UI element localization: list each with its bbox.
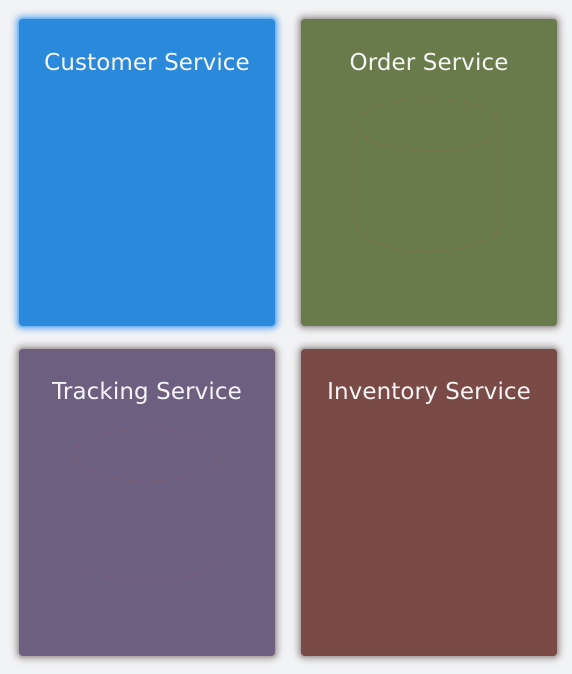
- tile-title: Inventory Service: [327, 379, 531, 405]
- tracking-service-tile[interactable]: Tracking Service: [19, 349, 275, 656]
- tile-title: Tracking Service: [52, 379, 242, 405]
- tile-title: Order Service: [349, 50, 509, 76]
- order-service-tile[interactable]: Order Service: [301, 19, 557, 326]
- customer-service-tile[interactable]: Customer Service: [19, 19, 275, 326]
- database-cylinder-icon: [74, 428, 220, 582]
- tile-title: Customer Service: [44, 50, 250, 76]
- database-cylinder-icon: [355, 98, 501, 252]
- inventory-service-tile[interactable]: Inventory Service: [301, 349, 557, 656]
